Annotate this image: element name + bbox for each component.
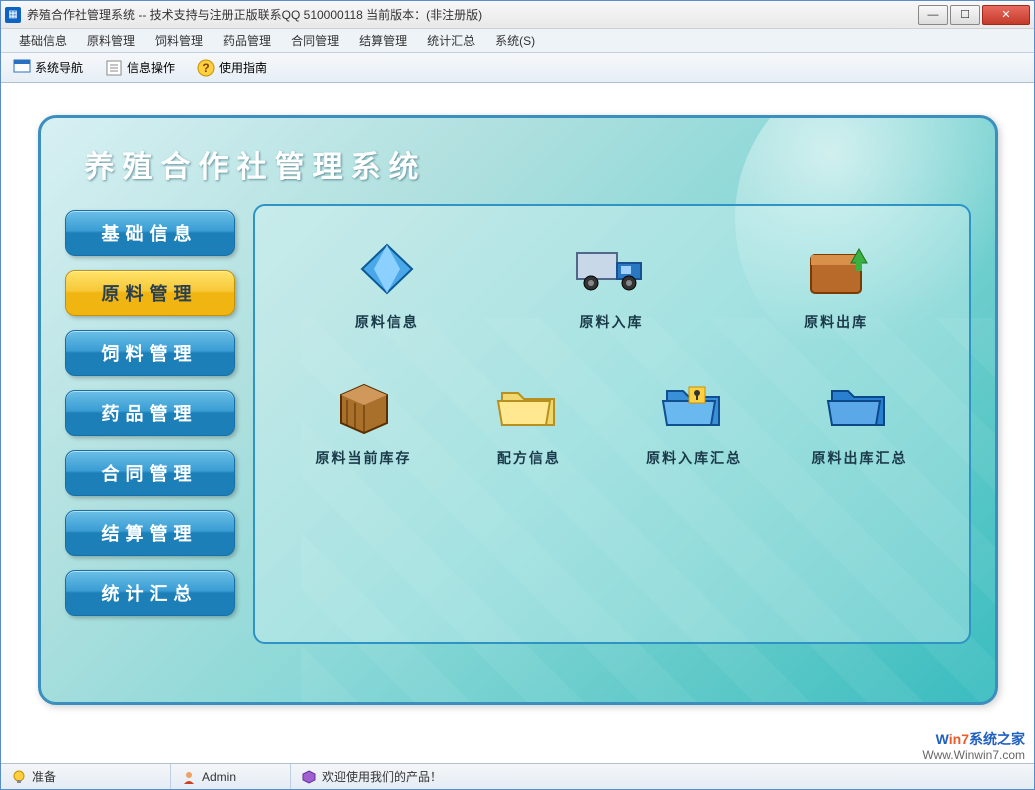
panel-title: 养殖合作社管理系统 <box>41 118 995 204</box>
cell-current-stock[interactable]: 原料当前库存 <box>289 372 439 468</box>
toolbar: 系统导航 信息操作 ? 使用指南 <box>1 53 1034 83</box>
main-panel: 养殖合作社管理系统 基础信息 原料管理 饲料管理 药品管理 合同管理 结算管理 … <box>38 115 998 705</box>
nav-settlement[interactable]: 结算管理 <box>65 510 235 556</box>
status-welcome-label: 欢迎使用我们的产品！ <box>322 768 442 785</box>
toolbar-info-action[interactable]: 信息操作 <box>99 57 181 79</box>
nav-icon <box>13 59 31 77</box>
cell-label: 原料出库 <box>804 312 868 332</box>
diamond-icon <box>347 236 427 302</box>
side-nav: 基础信息 原料管理 饲料管理 药品管理 合同管理 结算管理 统计汇总 <box>65 204 235 644</box>
menubar: 基础信息 原料管理 饲料管理 药品管理 合同管理 结算管理 统计汇总 系统(S) <box>1 29 1034 53</box>
nav-medicine[interactable]: 药品管理 <box>65 390 235 436</box>
toolbar-label: 系统导航 <box>35 59 83 76</box>
statusbar: 准备 Admin 欢迎使用我们的产品！ <box>1 763 1034 789</box>
cell-recipe-info[interactable]: 配方信息 <box>454 372 604 468</box>
menu-medicine[interactable]: 药品管理 <box>213 29 281 52</box>
menu-basic-info[interactable]: 基础信息 <box>9 29 77 52</box>
window-controls: — ☐ ✕ <box>916 5 1030 25</box>
nav-feed[interactable]: 饲料管理 <box>65 330 235 376</box>
cell-material-out[interactable]: 原料出库 <box>761 236 911 332</box>
grid-row-1: 原料信息 原料入库 原料出库 <box>275 236 949 332</box>
nav-stats[interactable]: 统计汇总 <box>65 570 235 616</box>
panel-body: 基础信息 原料管理 饲料管理 药品管理 合同管理 结算管理 统计汇总 <box>41 204 995 644</box>
nav-material[interactable]: 原料管理 <box>65 270 235 316</box>
cell-label: 原料当前库存 <box>316 448 412 468</box>
app-icon: ▦ <box>5 7 21 23</box>
status-ready: 准备 <box>1 764 171 789</box>
cell-material-info[interactable]: 原料信息 <box>312 236 462 332</box>
menu-feed[interactable]: 饲料管理 <box>145 29 213 52</box>
lightbulb-icon <box>11 769 27 785</box>
toolbar-system-nav[interactable]: 系统导航 <box>7 57 89 79</box>
titlebar: ▦ 养殖合作社管理系统 -- 技术支持与注册正版联系QQ 510000118 当… <box>1 1 1034 29</box>
main-grid: 原料信息 原料入库 原料出库 <box>253 204 971 644</box>
toolbar-label: 信息操作 <box>127 59 175 76</box>
menu-contract[interactable]: 合同管理 <box>281 29 349 52</box>
folder-icon <box>489 372 569 438</box>
menu-system[interactable]: 系统(S) <box>485 29 545 52</box>
close-button[interactable]: ✕ <box>982 5 1030 25</box>
status-ready-label: 准备 <box>32 768 56 785</box>
cell-label: 原料信息 <box>355 312 419 332</box>
folder-out-icon <box>819 372 899 438</box>
status-user-label: Admin <box>202 770 236 784</box>
cell-out-summary[interactable]: 原料出库汇总 <box>784 372 934 468</box>
info-icon <box>105 59 123 77</box>
toolbar-label: 使用指南 <box>219 59 267 76</box>
box-out-icon <box>796 236 876 302</box>
cell-in-summary[interactable]: 原料入库汇总 <box>619 372 769 468</box>
app-window: ▦ 养殖合作社管理系统 -- 技术支持与注册正版联系QQ 510000118 当… <box>0 0 1035 790</box>
grid-row-2: 原料当前库存 配方信息 原料入库汇总 <box>275 372 949 468</box>
cell-label: 原料入库 <box>579 312 643 332</box>
minimize-button[interactable]: — <box>918 5 948 25</box>
menu-settlement[interactable]: 结算管理 <box>349 29 417 52</box>
window-title: 养殖合作社管理系统 -- 技术支持与注册正版联系QQ 510000118 当前版… <box>27 6 916 23</box>
svg-text:?: ? <box>202 61 209 75</box>
folder-in-icon <box>654 372 734 438</box>
crate-icon <box>324 372 404 438</box>
cell-label: 原料入库汇总 <box>646 448 742 468</box>
cell-material-in[interactable]: 原料入库 <box>536 236 686 332</box>
nav-basic-info[interactable]: 基础信息 <box>65 210 235 256</box>
cell-label: 原料出库汇总 <box>811 448 907 468</box>
status-welcome: 欢迎使用我们的产品！ <box>291 764 1034 789</box>
cube-icon <box>301 769 317 785</box>
status-user: Admin <box>171 764 291 789</box>
user-icon <box>181 769 197 785</box>
content-area: 养殖合作社管理系统 基础信息 原料管理 饲料管理 药品管理 合同管理 结算管理 … <box>1 83 1034 763</box>
help-icon: ? <box>197 59 215 77</box>
menu-stats[interactable]: 统计汇总 <box>417 29 485 52</box>
cell-label: 配方信息 <box>497 448 561 468</box>
maximize-button[interactable]: ☐ <box>950 5 980 25</box>
menu-material[interactable]: 原料管理 <box>77 29 145 52</box>
truck-icon <box>571 236 651 302</box>
toolbar-help-guide[interactable]: ? 使用指南 <box>191 57 273 79</box>
nav-contract[interactable]: 合同管理 <box>65 450 235 496</box>
